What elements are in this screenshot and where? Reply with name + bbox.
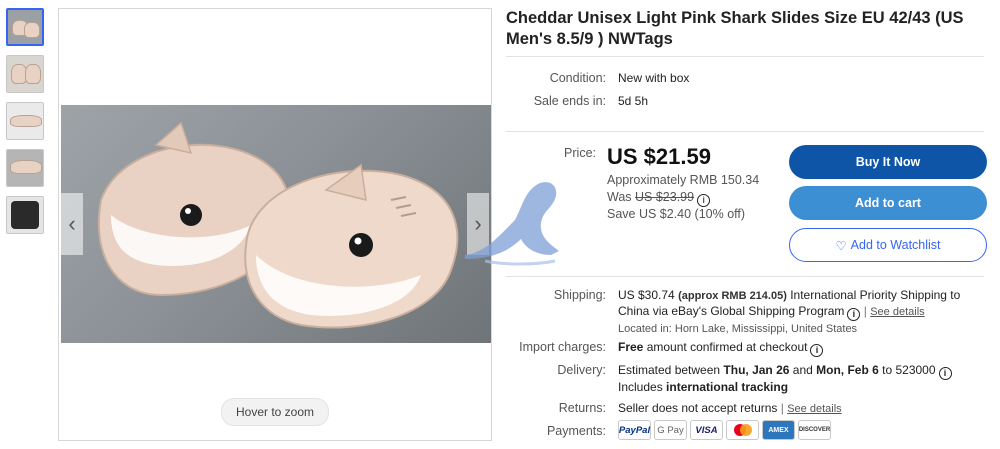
import-charges-label: Import charges:	[519, 340, 606, 354]
amex-icon: AMEX	[762, 420, 795, 440]
was-price: Was US $23.99 i	[607, 190, 711, 207]
thumbnail-1[interactable]	[6, 8, 44, 46]
tracking-text: international tracking	[666, 380, 789, 394]
returns-label: Returns:	[558, 401, 606, 415]
import-charges-value: Free amount confirmed at checkout i	[618, 340, 824, 357]
divider	[506, 276, 984, 277]
import-rest: amount confirmed at checkout	[646, 340, 808, 354]
includes-text: Includes	[618, 380, 667, 394]
info-icon[interactable]: i	[697, 194, 711, 207]
shipping-program: China via eBay's Global Shipping Program	[618, 304, 845, 318]
divider	[506, 131, 984, 132]
savings: Save US $2.40 (10% off)	[607, 207, 746, 221]
info-icon[interactable]: i	[938, 367, 952, 380]
item-title-line-2: Men's 8.5/9 ) NWTags	[506, 30, 673, 48]
buy-it-now-button[interactable]: Buy It Now	[789, 145, 987, 179]
thumbnail-strip	[6, 8, 46, 243]
shipping-see-details-link[interactable]: See details	[870, 306, 924, 318]
shipping-label: Shipping:	[553, 288, 606, 302]
price-label: Price:	[564, 146, 596, 160]
sale-ends-value: 5d 5h	[618, 94, 649, 108]
walrus-watermark-logo	[465, 182, 559, 266]
was-price-value: US $23.99	[635, 190, 695, 204]
payments-label: Payments:	[546, 424, 606, 438]
thumbnail-5[interactable]	[6, 196, 44, 234]
delivery-date-1: Thu, Jan 26	[723, 363, 790, 377]
previous-image-arrow[interactable]: ‹	[61, 193, 83, 255]
condition-label: Condition:	[549, 71, 606, 85]
price-value: US $21.59	[607, 144, 711, 169]
returns-text: Seller does not accept returns	[618, 401, 778, 415]
info-icon[interactable]: i	[847, 308, 861, 321]
returns-see-details-link[interactable]: See details	[787, 403, 841, 415]
thumbnail-3[interactable]	[6, 102, 44, 140]
discover-icon: DISCOVER	[798, 420, 831, 440]
shark-slides-image	[97, 121, 459, 329]
delivery-prefix: Estimated between	[618, 363, 724, 377]
thumbnail-4[interactable]	[6, 149, 44, 187]
approx-price: Approximately RMB 150.34	[607, 173, 760, 187]
was-prefix: Was	[607, 190, 636, 204]
visa-icon: VISA	[690, 420, 723, 440]
mastercard-circles-icon	[733, 424, 752, 436]
watchlist-label: Add to Watchlist	[850, 238, 941, 252]
delivery-date-2: Mon, Feb 6	[816, 363, 879, 377]
shipping-cost: US $30.74	[618, 288, 675, 302]
add-to-cart-button[interactable]: Add to cart	[789, 186, 987, 220]
item-title: Cheddar Unisex Light Pink Shark Slides S…	[506, 8, 966, 50]
delivery-suffix: to 523000	[878, 363, 936, 377]
divider	[506, 56, 984, 57]
info-icon[interactable]: i	[810, 344, 824, 357]
shipping-details: US $30.74 (approx RMB 214.05) Internatio…	[618, 288, 961, 335]
delivery-value: Estimated between Thu, Jan 26 and Mon, F…	[618, 363, 952, 395]
shipping-method: International Priority Shipping to	[790, 288, 961, 302]
hover-to-zoom-label: Hover to zoom	[221, 398, 329, 426]
add-to-watchlist-button[interactable]: ♡ Add to Watchlist	[789, 228, 987, 262]
google-pay-icon: G Pay	[654, 420, 687, 440]
returns-value: Seller does not accept returns | See det…	[618, 401, 842, 415]
delivery-and: and	[789, 363, 817, 377]
item-title-line-1: Cheddar Unisex Light Pink Shark Slides S…	[506, 9, 964, 27]
product-photo[interactable]	[61, 105, 491, 343]
import-free: Free	[618, 340, 644, 354]
mastercard-icon	[726, 420, 759, 440]
shipping-approx: (approx RMB 214.05)	[678, 290, 787, 302]
sale-ends-label: Sale ends in:	[533, 94, 606, 108]
item-location: Located in: Horn Lake, Mississippi, Unit…	[618, 323, 858, 335]
image-viewer[interactable]: ‹ › Hover to zoom	[58, 8, 492, 441]
heart-icon: ♡	[835, 238, 847, 253]
condition-value: New with box	[618, 71, 690, 85]
paypal-icon: PayPal	[618, 420, 651, 440]
thumbnail-2[interactable]	[6, 55, 44, 93]
delivery-label: Delivery:	[557, 363, 606, 377]
